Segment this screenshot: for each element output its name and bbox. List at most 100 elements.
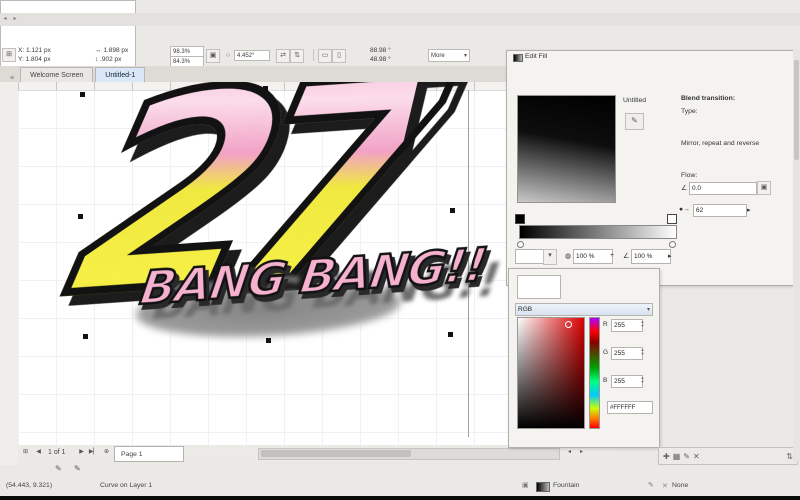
selection-handle[interactable] [446,82,451,87]
saturation-square[interactable] [517,317,585,429]
offset-value-field[interactable]: 62 [693,204,747,217]
scroll-left-icon[interactable]: ◂ [564,447,575,458]
node-transparency-icon: ◍ [565,253,571,260]
mirror-vertical-icon[interactable]: ⇅ [290,49,304,63]
selection-handle[interactable] [448,332,453,337]
palette-scroll-right-icon[interactable]: ▸ [10,14,20,25]
selection-handle[interactable] [263,86,268,91]
last-page-icon[interactable]: ▶▏ [88,447,99,458]
fill-dialog-icon [513,54,523,62]
dialog-title: Edit Fill [525,53,548,60]
page-tab[interactable]: Page 1 [114,446,184,462]
r-label: R [603,321,608,328]
x-value[interactable]: 1.121 px [26,47,51,54]
fill-status-label: Fountain [553,482,580,489]
gradient-stop-start[interactable] [515,214,525,224]
offset-caret-icon[interactable]: ▸ [747,206,750,214]
corner-angle-a[interactable]: 88.98 ° [370,47,391,54]
page-count: 1 of 1 [48,449,66,456]
outline-pen-icon[interactable]: ✎ [55,464,62,473]
selected-artwork[interactable]: 27 BANG BANG!! BANG BANG!! [44,82,503,374]
b-spinner[interactable]: ▲ ▼ [639,376,646,384]
chevron-down-icon: ▾ [463,53,467,59]
lock-ratio-icon[interactable]: ▣ [206,49,220,63]
gradient-stop-end[interactable] [667,214,677,224]
rotate-icon: ○ [226,52,230,59]
rotation-angle-field[interactable]: 4.452 ° [234,50,270,61]
x-label: X: [18,47,25,54]
r-spinner[interactable]: ▲ ▼ [639,320,646,328]
edit-fill-dialog: Edit Fill Untitled ✎ Blend transition: T… [506,50,796,286]
app-window: ◂ ▸ ⊞ X: 1.121 px Y: 1.804 px ↔ 1.898 px… [0,0,800,500]
fill-preview[interactable] [517,95,616,203]
flow-value-field[interactable]: 0.0 [689,182,757,195]
mirror-horizontal-icon[interactable]: ⇄ [276,49,290,63]
status-bar: (54.443, 9.321) Curve on Layer 1 ▣ Fount… [0,478,800,496]
selection-handle[interactable] [450,208,455,213]
node-position-icon: ∠ [623,253,630,260]
node-position-field[interactable]: 100 % [631,249,671,264]
scroll-right-icon[interactable]: ▸ [576,447,587,458]
next-page-icon[interactable]: ▶ [76,447,87,458]
palette-scroll-left-icon[interactable]: ◂ [0,14,10,25]
selection-handle[interactable] [78,214,83,219]
node-transparency-field[interactable]: 100 % [573,249,613,264]
corner-angle-b[interactable]: 48.98 ° [370,56,391,63]
g-spinner[interactable]: ▲ ▼ [639,348,646,356]
bottom-black-strip [0,496,800,500]
selection-handle[interactable] [80,92,85,97]
mirror-repeat-label: Mirror, repeat and reverse [681,140,760,147]
new-layer-icon[interactable]: ✚ [663,452,670,461]
y-label: Y: [18,56,24,63]
group-objects-icon[interactable]: ▭ [318,49,332,63]
delete-layer-icon[interactable]: ✕ [693,452,700,461]
height-icon: ↕ [95,56,99,63]
tab-untitled-1[interactable]: Untitled-1 [95,67,146,82]
current-color-swatch [517,275,561,299]
position-grid-icon[interactable]: ⊞ [2,48,16,62]
node-color-picker: RGB ▾ R 255 ▲ ▼ G 255 ▲ ▼ B 255 ▲ ▼ #FFFFFF [508,268,660,448]
height-value[interactable]: .902 px [100,56,121,63]
tab-list-icon[interactable]: ≡ [10,75,14,82]
stop-node-dot[interactable] [517,241,524,248]
offset-node-icon: ●→ [679,206,690,213]
fill-status-swatch[interactable] [536,482,550,492]
flow-angle-icon: ∠ [681,185,688,192]
fill-pen-icon[interactable]: ✎ [74,464,81,473]
stepper-plus-icon[interactable]: + [610,252,614,259]
selection-status: Curve on Layer 1 [100,482,153,489]
eyedropper-icon[interactable]: ✎ [625,113,644,130]
edit-layer-icon[interactable]: ✎ [683,452,690,461]
prev-page-icon[interactable]: ◀ [33,447,44,458]
horizontal-scrollbar[interactable] [258,448,560,460]
cursor-coords: (54.443, 9.321) [6,482,53,489]
hue-bar[interactable] [589,317,600,429]
selection-handle[interactable] [266,338,271,343]
page-grid-icon[interactable]: ⊞ [20,447,31,458]
add-page-icon[interactable]: ⊕ [101,447,112,458]
docker-scrollbar[interactable] [793,50,800,462]
stop-node-dot[interactable] [669,241,676,248]
docker-scroll-icon[interactable]: ⇅ [786,452,793,461]
y-value[interactable]: 1.804 px [26,56,51,63]
color-model-dropdown[interactable]: RGB ▾ [515,303,653,316]
toolbox [0,82,18,465]
gradient-stop-strip[interactable] [519,225,677,239]
stepper-caret-icon[interactable]: ▸ [668,252,671,260]
outline-none-icon: ✕ [662,483,668,490]
hex-value-field[interactable]: #FFFFFF [607,401,653,414]
more-options-button[interactable]: More ▾ [428,49,470,62]
new-master-layer-icon[interactable]: ▦ [673,452,681,461]
tab-welcome-screen[interactable]: Welcome Screen [20,67,94,82]
flow-lock-icon[interactable]: ▣ [757,181,771,195]
b-label: B [603,377,608,384]
menubar [0,0,800,13]
drawing-canvas[interactable]: 27 BANG BANG!! BANG BANG!! [18,82,590,445]
width-icon: ↔ [95,47,102,54]
ungroup-objects-icon[interactable]: ▯ [332,49,346,63]
width-value[interactable]: 1.898 px [103,47,128,54]
outline-status-label: None [672,482,689,489]
selection-handle[interactable] [83,334,88,339]
fill-name: Untitled [623,97,647,104]
node-color-dropdown-icon[interactable]: ▾ [543,249,557,265]
